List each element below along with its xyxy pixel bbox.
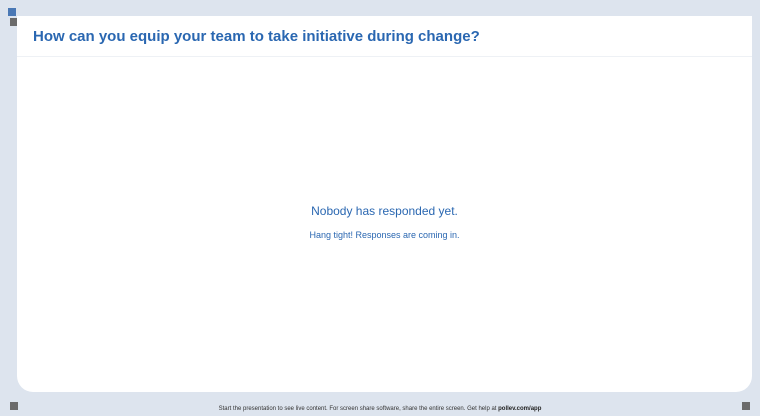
footer-notice: Start the presentation to see live conte… bbox=[0, 402, 760, 416]
poll-card: How can you equip your team to take init… bbox=[17, 16, 752, 392]
help-link[interactable]: pollev.com/app bbox=[498, 406, 541, 412]
empty-state: Nobody has responded yet. Hang tight! Re… bbox=[17, 204, 752, 240]
empty-state-submessage: Hang tight! Responses are coming in. bbox=[309, 230, 460, 240]
question-title: How can you equip your team to take init… bbox=[33, 27, 480, 45]
poll-header: How can you equip your team to take init… bbox=[17, 16, 752, 57]
footer-text: Start the presentation to see live conte… bbox=[218, 406, 499, 412]
corner-marker-accent bbox=[8, 8, 16, 16]
presentation-frame: How can you equip your team to take init… bbox=[0, 0, 760, 416]
empty-state-message: Nobody has responded yet. bbox=[311, 204, 458, 218]
